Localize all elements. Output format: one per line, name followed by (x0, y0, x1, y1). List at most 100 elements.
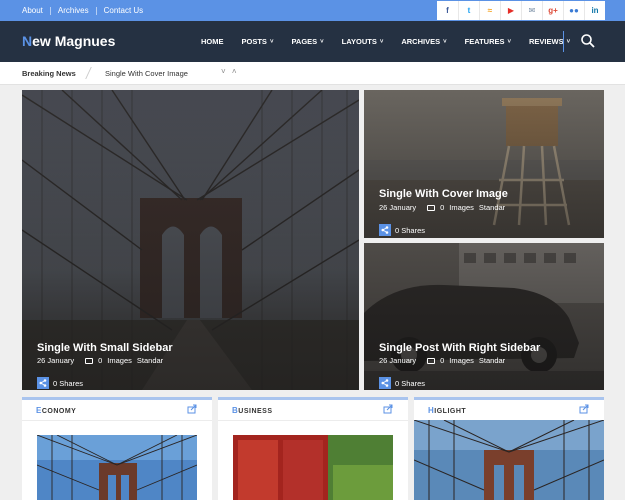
card-meta: 26 January 0 Images Standar (37, 356, 163, 365)
card-meta: 26 January 0 Images Standar (379, 203, 505, 212)
card-title[interactable]: Single With Cover Image (379, 188, 508, 200)
image-overlay (364, 90, 604, 238)
card-date: 26 January (37, 356, 75, 365)
nav-item-pages[interactable]: PAGES ˅ (282, 37, 332, 46)
tag-images[interactable]: Images (107, 356, 132, 365)
share-icon[interactable] (383, 404, 393, 414)
logo-text: ew Magnues (32, 33, 116, 49)
share-icon[interactable] (187, 404, 197, 414)
youtube-icon[interactable]: ▶ (500, 1, 521, 20)
breaking-divider (85, 67, 99, 79)
chevron-down-icon: ˅ (320, 38, 324, 45)
image-overlay (364, 243, 604, 390)
share-count: 0 Shares (53, 378, 84, 388)
card-title[interactable]: Single With Small Sidebar (37, 342, 173, 354)
card-date: 26 January (379, 356, 417, 365)
section-heading[interactable]: HIGLIGHT (428, 406, 466, 415)
main-navbar: New Magnues HOME POSTS ˅ PAGES ˅ LAYOUTS ˅ ARCH… (0, 21, 625, 62)
top-link-archives[interactable]: Archives (58, 6, 89, 15)
nav-item-archives[interactable]: ARCHIVES ˅ (392, 37, 455, 46)
comment-count: 0 (98, 356, 103, 365)
twitter-icon[interactable]: t (458, 1, 479, 20)
chevron-down-icon: ˅ (566, 38, 571, 45)
nav-item-label: FEATURES (464, 37, 505, 46)
nav-item-label: PAGES (291, 37, 318, 46)
share-icon[interactable] (37, 377, 49, 389)
divider (218, 420, 408, 421)
tag-standard[interactable]: Standar (479, 203, 505, 212)
divider (22, 420, 212, 421)
card-title[interactable]: Single Post With Right Sidebar (379, 342, 540, 354)
heading-rest: USINESS (238, 408, 273, 415)
breaking-news-ticker[interactable]: Single With Cover Image (105, 69, 188, 78)
bridge-thumbnail-image (37, 435, 197, 500)
social-links: f t ≈ ▶ ✉ g+ ●● in (437, 1, 605, 20)
breaking-news-label: Breaking News (22, 69, 76, 78)
chevron-down-icon: ˅ (379, 38, 384, 45)
site-logo[interactable]: New Magnues (22, 33, 115, 49)
nav-item-home[interactable]: HOME (192, 37, 233, 46)
chevron-down-icon: ˅ (507, 38, 512, 45)
nav-item-label: LAYOUTS (341, 37, 377, 46)
nav-item-layouts[interactable]: LAYOUTS ˅ (333, 37, 393, 46)
linkedin-icon[interactable]: in (584, 1, 605, 20)
chevron-down-icon: ˅ (443, 38, 447, 45)
breaking-news-bar: Breaking News Single With Cover Image ˅ … (0, 62, 625, 85)
divider (95, 6, 97, 15)
rss-icon[interactable]: ≈ (479, 1, 500, 20)
section-business: BUSINESS (218, 397, 408, 500)
nav-item-label: ARCHIVES (401, 37, 441, 46)
red-door-garden-image (233, 435, 393, 500)
featured-card-large[interactable]: Single With Small Sidebar 26 January 0 I… (22, 90, 359, 390)
top-link-contact[interactable]: Contact Us (104, 6, 144, 15)
comment-icon (427, 357, 436, 364)
ticker-arrows[interactable]: ˅ ˄ (221, 67, 239, 76)
share-icon[interactable] (579, 404, 589, 414)
share-icon[interactable] (379, 224, 391, 236)
card-date: 26 January (379, 203, 417, 212)
top-bar: About Archives Contact Us f t ≈ ▶ ✉ g+ ●● in (0, 0, 625, 21)
tag-standard[interactable]: Standar (137, 356, 163, 365)
section-heading[interactable]: ECONOMY (36, 406, 76, 415)
search-icon[interactable] (580, 33, 596, 49)
tag-standard[interactable]: Standar (479, 356, 505, 365)
comment-count: 0 (440, 203, 445, 212)
heading-rest: IGLIGHT (434, 408, 467, 415)
share-count: 0 Shares (395, 378, 426, 388)
nav-item-features[interactable]: FEATURES ˅ (456, 37, 520, 46)
tag-images[interactable]: Images (449, 356, 474, 365)
bridge-thumbnail-image (414, 420, 604, 500)
featured-card-top-right[interactable]: Single With Cover Image 26 January 0 Ima… (364, 90, 604, 238)
nav-item-reviews[interactable]: REVIEWS ˅ (520, 37, 579, 46)
card-meta: 26 January 0 Images Standar (379, 356, 505, 365)
google-plus-icon[interactable]: g+ (542, 1, 563, 20)
top-link-about[interactable]: About (22, 6, 43, 15)
share-count: 0 Shares (395, 225, 426, 235)
tag-images[interactable]: Images (449, 203, 474, 212)
share-block[interactable]: 0 Shares (379, 377, 425, 389)
logo-accent-letter: N (22, 33, 33, 49)
share-icon[interactable] (379, 377, 391, 389)
share-block[interactable]: 0 Shares (379, 224, 425, 236)
featured-card-bottom-right[interactable]: Single Post With Right Sidebar 26 Januar… (364, 243, 604, 390)
share-block[interactable]: 0 Shares (37, 377, 83, 389)
section-economy: ECONOMY (22, 397, 212, 500)
main-menu: HOME POSTS ˅ PAGES ˅ LAYOUTS ˅ ARCHIVES ˅ FEATURE… (192, 21, 579, 62)
email-icon[interactable]: ✉ (521, 1, 542, 20)
nav-divider (563, 31, 564, 52)
section-highlight: HIGLIGHT (414, 397, 604, 500)
facebook-icon[interactable]: f (437, 1, 458, 20)
comment-count: 0 (440, 356, 445, 365)
chevron-down-icon: ˅ (269, 38, 274, 45)
nav-item-label: HOME (201, 37, 224, 46)
comment-icon (427, 204, 436, 211)
divider (49, 6, 51, 15)
flickr-icon[interactable]: ●● (563, 1, 584, 20)
post-thumbnail[interactable] (414, 420, 604, 500)
section-heading[interactable]: BUSINESS (232, 406, 273, 415)
top-links: About Archives Contact Us (22, 0, 143, 21)
post-thumbnail[interactable] (233, 435, 393, 500)
comment-icon (85, 357, 94, 364)
post-thumbnail[interactable] (37, 435, 197, 500)
nav-item-posts[interactable]: POSTS ˅ (233, 37, 283, 46)
